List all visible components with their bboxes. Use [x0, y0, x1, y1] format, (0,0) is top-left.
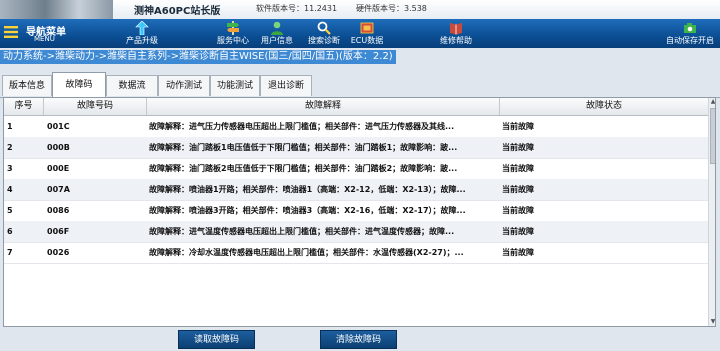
cell-status: 当前故障 [502, 143, 534, 152]
cell-index: 3 [7, 164, 13, 173]
tab-function-test[interactable]: 功能测试 [210, 75, 260, 96]
repair-help-label: 维修帮助 [440, 36, 472, 45]
signpost-icon [227, 21, 239, 35]
cell-description: 故障解释：喷油器3开路；相关部件：喷油器3（高端：X2-16，低端：X2-17）… [149, 206, 466, 215]
cell-status: 当前故障 [502, 206, 534, 215]
column-header-status: 故障状态 [585, 101, 622, 111]
software-version: 软件版本号：11.2431 [256, 4, 338, 13]
fault-code-table: 序号 故障号码 故障解释 故障状态 1 001C 故障解释：进气压力传感器电压超… [3, 97, 716, 327]
cell-index: 1 [7, 122, 13, 131]
cell-status: 当前故障 [502, 227, 534, 236]
cell-index: 5 [7, 206, 13, 215]
cell-description: 故障解释：进气温度传感器电压超出上限门槛值；相关部件：进气温度传感器；故障... [149, 227, 455, 236]
service-center-button[interactable]: 服务中心 [210, 19, 256, 48]
table-row[interactable]: 1 001C 故障解释：进气压力传感器电压超出上限门槛值；相关部件：进气压力传感… [4, 116, 708, 138]
tab-bar: 版本信息 故障码 数据流 动作测试 功能测试 退出诊断 [0, 66, 720, 98]
clear-fault-codes-button[interactable]: 清除故障码 [320, 330, 397, 349]
user-info-label: 用户信息 [261, 36, 293, 45]
user-icon [271, 21, 283, 35]
camera-icon [684, 23, 696, 33]
book-icon [450, 23, 462, 35]
cell-description: 故障解释：油门踏板1电压值低于下限门槛值；相关部件：油门踏板1；故障影响：跛..… [149, 143, 458, 152]
auto-save-button[interactable]: 自动保存开启 [662, 19, 718, 48]
cell-code: 006F [47, 227, 70, 236]
cell-status: 当前故障 [502, 185, 534, 194]
table-header: 序号 故障号码 故障解释 故障状态 [4, 98, 708, 116]
table-row[interactable]: 3 000E 故障解释：油门踏板2电压值低于下限门槛值；相关部件：油门踏板2；故… [4, 158, 708, 180]
cell-description: 故障解释：油门踏板2电压值低于下限门槛值；相关部件：油门踏板2；故障影响：跛..… [149, 164, 458, 173]
header-photo [0, 0, 113, 19]
menu-icon [4, 26, 18, 38]
title-bar: 测神A60PC站长版 软件版本号：11.2431 硬件版本号：3.538 [0, 0, 720, 19]
main-toolbar: 导航菜单 MENU 产品升级 服务中心 用户信息 搜索诊断 ECU数据 维修帮助… [0, 19, 720, 49]
action-bar: 读取故障码 清除故障码 [0, 327, 720, 351]
cell-index: 6 [7, 227, 13, 236]
cell-index: 7 [7, 248, 13, 257]
cell-index: 2 [7, 143, 13, 152]
upgrade-button[interactable]: 产品升级 [118, 19, 166, 48]
column-header-description: 故障解释 [147, 98, 500, 115]
breadcrumb-bar: 动力系统->潍柴动力->潍柴自主系列->潍柴诊断自主WISE(国三/国四/国五)… [0, 48, 720, 66]
scroll-down-icon[interactable]: ▼ [709, 318, 715, 326]
column-header-index: 序号 [4, 98, 44, 115]
vertical-scrollbar[interactable]: ▲ ▼ [708, 98, 715, 326]
cell-status: 当前故障 [502, 164, 534, 173]
table-row[interactable]: 4 007A 故障解释：喷油器1开路；相关部件：喷油器1（高端：X2-12，低端… [4, 179, 708, 201]
cell-code: 0086 [47, 206, 70, 215]
user-info-button[interactable]: 用户信息 [256, 19, 298, 48]
service-center-label: 服务中心 [217, 36, 249, 45]
search-diagnosis-label: 搜索诊断 [308, 36, 340, 45]
cell-status: 当前故障 [502, 122, 534, 131]
upgrade-label: 产品升级 [126, 36, 158, 45]
cell-description: 故障解释：喷油器1开路；相关部件：喷油器1（高端：X2-12，低端：X2-13）… [149, 185, 466, 194]
tab-data-stream[interactable]: 数据流 [106, 75, 158, 96]
tab-exit-diagnosis[interactable]: 退出诊断 [260, 75, 312, 96]
cell-code: 000E [47, 164, 70, 173]
column-header-code: 故障号码 [44, 98, 147, 115]
table-row[interactable]: 7 0026 故障解释：冷却水温度传感器电压超出上限门槛值；相关部件：水温传感器… [4, 242, 708, 264]
cell-code: 007A [47, 185, 70, 194]
table-row[interactable]: 2 000B 故障解释：油门踏板1电压值低于下限门槛值；相关部件：油门踏板1；故… [4, 137, 708, 159]
cell-description: 故障解释：进气压力传感器电压超出上限门槛值；相关部件：进气压力传感器及其线... [149, 122, 455, 131]
hardware-version: 硬件版本号：3.538 [356, 4, 427, 13]
tab-fault-codes[interactable]: 故障码 [52, 72, 106, 97]
repair-help-button[interactable]: 维修帮助 [432, 19, 480, 48]
upgrade-arrow-icon [135, 21, 149, 35]
nav-menu-button[interactable]: 导航菜单 MENU [4, 22, 94, 46]
auto-save-label: 自动保存开启 [666, 36, 714, 45]
cell-status: 当前故障 [502, 248, 534, 257]
table-row[interactable]: 6 006F 故障解释：进气温度传感器电压超出上限门槛值；相关部件：进气温度传感… [4, 221, 708, 243]
scroll-thumb[interactable] [710, 108, 715, 164]
tab-action-test[interactable]: 动作测试 [158, 75, 210, 96]
search-icon [317, 21, 331, 35]
ecu-data-label: ECU数据 [350, 36, 384, 45]
app-title: 测神A60PC站长版 [134, 6, 221, 17]
breadcrumb: 动力系统->潍柴动力->潍柴自主系列->潍柴诊断自主WISE(国三/国四/国五)… [0, 50, 396, 64]
cell-description: 故障解释：冷却水温度传感器电压超出上限门槛值；相关部件：水温传感器(X2-27)… [149, 248, 464, 257]
cell-code: 000B [47, 143, 70, 152]
read-fault-codes-button[interactable]: 读取故障码 [178, 330, 255, 349]
tab-version-info[interactable]: 版本信息 [2, 75, 52, 96]
table-row[interactable]: 5 0086 故障解释：喷油器3开路；相关部件：喷油器3（高端：X2-16，低端… [4, 200, 708, 222]
cell-index: 4 [7, 185, 13, 194]
search-diagnosis-button[interactable]: 搜索诊断 [302, 19, 346, 48]
scroll-up-icon[interactable]: ▲ [709, 98, 715, 106]
nav-menu-sub: MENU [34, 35, 55, 43]
ecu-icon [360, 22, 374, 34]
cell-code: 0026 [47, 248, 70, 257]
cell-code: 001C [47, 122, 70, 131]
ecu-data-button[interactable]: ECU数据 [346, 19, 388, 48]
